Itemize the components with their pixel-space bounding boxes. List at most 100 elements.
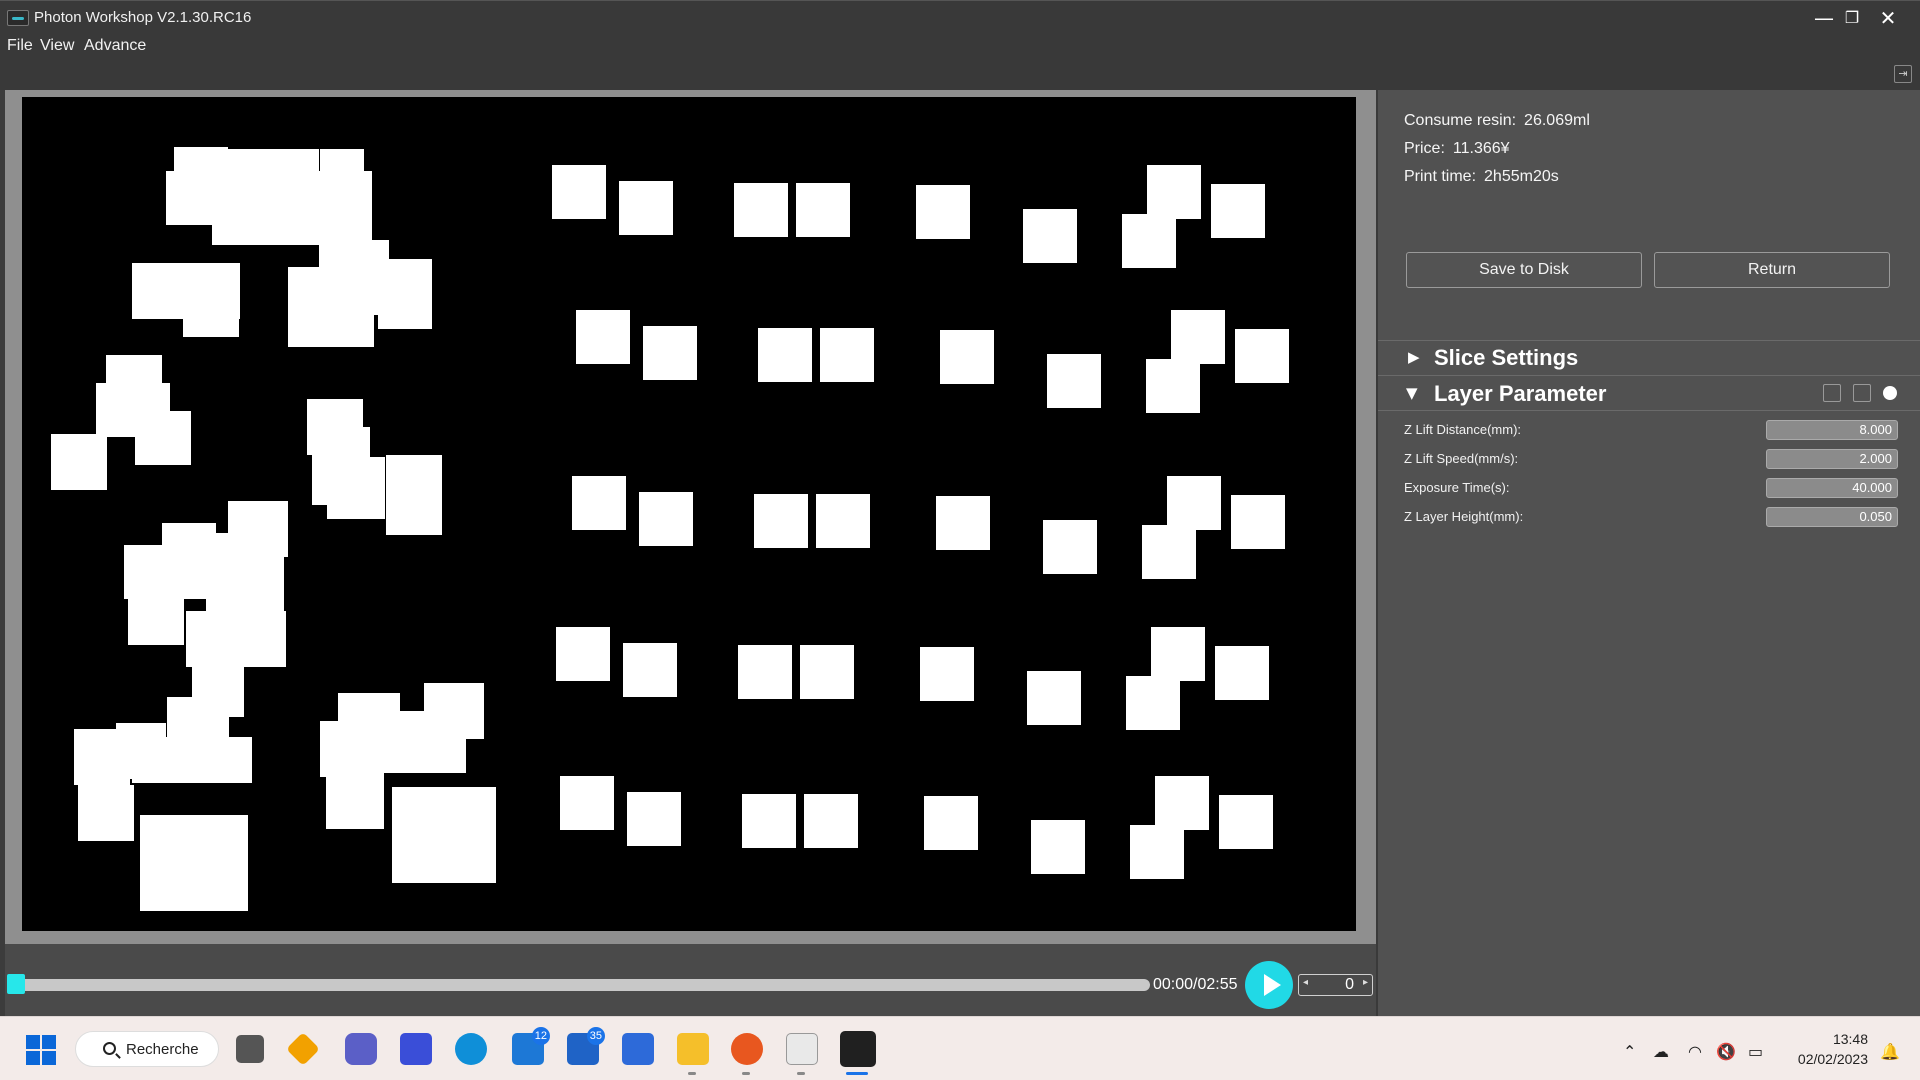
toolbar-strip: ⇥ xyxy=(0,58,1920,90)
slice-shape xyxy=(800,645,854,699)
layer-next-icon[interactable]: ▸ xyxy=(1363,977,1368,988)
collapse-icon[interactable]: ▼ xyxy=(1406,384,1418,402)
exposure-time-input[interactable]: 40.000 xyxy=(1766,478,1898,498)
search-box[interactable]: Recherche xyxy=(75,1031,219,1067)
minimize-button[interactable]: — xyxy=(1810,5,1838,31)
app-sign-icon[interactable] xyxy=(286,1032,320,1066)
windows-start-icon[interactable] xyxy=(26,1035,56,1065)
z-lift-speed-label: Z Lift Speed(mm/s): xyxy=(1404,451,1519,466)
clock-date[interactable]: 02/02/2023 xyxy=(1798,1051,1868,1067)
slice-shape xyxy=(1171,310,1225,364)
slice-shape xyxy=(1043,520,1097,574)
print-time-value: 2h55m20s xyxy=(1484,168,1559,185)
pen-app-icon[interactable] xyxy=(400,1033,432,1065)
timeline-slider[interactable] xyxy=(15,979,1150,991)
z-lift-distance-input[interactable]: 8.000 xyxy=(1766,420,1898,440)
layer-parameter-header[interactable]: Layer Parameter xyxy=(1434,381,1606,407)
slice-shape xyxy=(78,785,134,841)
z-layer-height-input[interactable]: 0.050 xyxy=(1766,507,1898,527)
running-indicator xyxy=(797,1072,805,1075)
resin-value: 26.069ml xyxy=(1524,112,1590,129)
close-button[interactable]: ✕ xyxy=(1874,5,1902,31)
price-value: 11.366¥ xyxy=(1452,140,1510,157)
slice-shape xyxy=(920,647,974,701)
wifi-icon[interactable]: ◠ xyxy=(1688,1042,1702,1061)
volume-muted-icon[interactable]: 🔇 xyxy=(1716,1042,1736,1061)
running-indicator xyxy=(742,1072,750,1075)
slice-shape xyxy=(916,185,970,239)
price-label: Price: xyxy=(1404,140,1445,157)
teams-chat-icon[interactable] xyxy=(345,1033,377,1065)
right-panel: Consume resin: 26.069ml Price: 11.366¥ Pri… xyxy=(1376,90,1920,1016)
timeline-handle[interactable] xyxy=(7,974,25,994)
z-lift-speed-input[interactable]: 2.000 xyxy=(1766,449,1898,469)
solitaire-icon[interactable] xyxy=(786,1033,818,1065)
slice-shape xyxy=(1126,676,1180,730)
slice-shape xyxy=(1147,165,1201,219)
mail-badge: 12 xyxy=(531,1027,550,1045)
print-time-label: Print time: xyxy=(1404,168,1477,185)
mail-icon[interactable]: 12 xyxy=(512,1027,550,1065)
file-explorer-icon[interactable] xyxy=(677,1033,709,1065)
expand-icon[interactable]: ▶ xyxy=(1408,348,1420,366)
layer-spinbox[interactable]: ◂ 0 ▸ xyxy=(1298,974,1373,996)
resin-info: Consume resin: 26.069ml xyxy=(1404,112,1590,130)
restore-button[interactable]: ❐ xyxy=(1838,5,1866,31)
slice-shape xyxy=(742,794,796,848)
slice-shape xyxy=(212,171,372,245)
teams-icon[interactable]: 35 xyxy=(567,1027,605,1065)
slice-shape xyxy=(816,494,870,548)
dock-panel-icon[interactable]: ⇥ xyxy=(1894,65,1912,83)
play-button[interactable] xyxy=(1245,961,1293,1009)
slice-settings-header[interactable]: Slice Settings xyxy=(1434,345,1578,371)
menu-view[interactable]: View xyxy=(40,37,74,55)
status-dot-icon[interactable] xyxy=(1883,386,1897,400)
slice-shape xyxy=(1231,495,1285,549)
slice-shape xyxy=(326,773,384,829)
firefox-icon[interactable] xyxy=(731,1033,763,1065)
return-button[interactable]: Return xyxy=(1654,252,1890,288)
menu-advance[interactable]: Advance xyxy=(84,37,146,55)
search-label: Recherche xyxy=(126,1041,199,1058)
print-time-info: Print time: 2h55m20s xyxy=(1404,168,1559,186)
onedrive-icon[interactable]: ☁ xyxy=(1653,1042,1669,1061)
layer-value: 0 xyxy=(1345,976,1354,993)
slice-shape xyxy=(796,183,850,237)
photon-workshop-icon[interactable] xyxy=(840,1031,876,1067)
menu-file[interactable]: File xyxy=(7,37,33,55)
export-icon[interactable] xyxy=(1823,384,1841,402)
import-icon[interactable] xyxy=(1853,384,1871,402)
slice-shape xyxy=(135,411,191,465)
slice-shape xyxy=(738,645,792,699)
slice-shape xyxy=(1142,525,1196,579)
price-info: Price: 11.366¥ xyxy=(1404,140,1510,158)
slice-shape xyxy=(1215,646,1269,700)
task-view-icon[interactable] xyxy=(236,1035,264,1063)
tray-chevron-icon[interactable]: ⌃ xyxy=(1623,1042,1636,1061)
layer-preview-canvas[interactable] xyxy=(22,97,1356,931)
layer-slice-image xyxy=(51,147,1289,911)
slice-shape xyxy=(1130,825,1184,879)
slice-shape xyxy=(576,310,630,364)
slice-shape xyxy=(619,181,673,235)
battery-icon[interactable]: ▭ xyxy=(1748,1042,1763,1061)
notification-bell-icon[interactable]: 🔔 xyxy=(1880,1042,1900,1061)
clock-time[interactable]: 13:48 xyxy=(1833,1031,1868,1047)
teams-badge: 35 xyxy=(586,1027,605,1045)
slice-shape xyxy=(639,492,693,546)
z-layer-height-label: Z Layer Height(mm): xyxy=(1404,509,1524,524)
slice-shape xyxy=(1151,627,1205,681)
slice-shape xyxy=(132,737,252,783)
save-to-disk-button[interactable]: Save to Disk xyxy=(1406,252,1642,288)
slice-shape xyxy=(643,326,697,380)
slice-shape xyxy=(1219,795,1273,849)
slice-shape xyxy=(627,792,681,846)
running-indicator xyxy=(688,1072,696,1075)
slice-shape xyxy=(936,496,990,550)
slice-shape xyxy=(820,328,874,382)
edge-browser-icon[interactable] xyxy=(455,1033,487,1065)
divider xyxy=(1378,410,1920,411)
slice-shape xyxy=(758,328,812,382)
store-icon[interactable] xyxy=(622,1033,654,1065)
layer-prev-icon[interactable]: ◂ xyxy=(1303,977,1308,988)
